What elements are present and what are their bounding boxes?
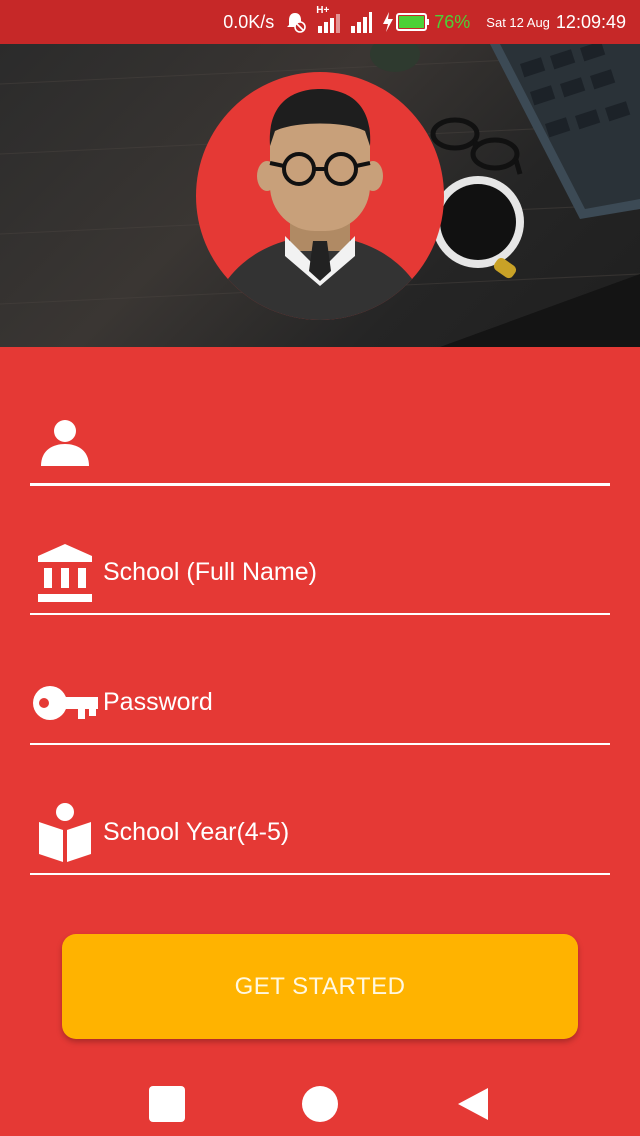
- school-field[interactable]: School (Full Name): [30, 530, 610, 615]
- charging-icon: [382, 11, 394, 33]
- key-icon: [30, 683, 100, 723]
- password-field[interactable]: Password: [30, 660, 610, 745]
- school-field-underline: [30, 613, 610, 615]
- status-bar: 0.0K/s H+ 76% Sat 12 Aug 12:09:49: [0, 0, 640, 44]
- status-date: Sat 12 Aug: [486, 14, 550, 30]
- status-time: 12:09:49: [555, 11, 626, 32]
- name-field[interactable]: [30, 400, 610, 486]
- alarm-muted-icon: [284, 11, 307, 33]
- password-input-placeholder: Password: [103, 688, 213, 716]
- password-field-underline: [30, 743, 610, 745]
- reading-student-icon: [30, 802, 100, 864]
- hero-banner: [0, 44, 640, 347]
- student-avatar: [196, 72, 444, 320]
- school-year-field-underline: [30, 873, 610, 875]
- recent-apps-icon[interactable]: [137, 1074, 197, 1134]
- school-year-input-placeholder: School Year(4-5): [103, 818, 290, 846]
- person-icon: [30, 418, 100, 468]
- get-started-button[interactable]: GET STARTED: [62, 934, 578, 1039]
- school-input-placeholder: School (Full Name): [103, 558, 317, 586]
- back-icon[interactable]: [443, 1074, 503, 1134]
- network-type: H+: [316, 5, 330, 16]
- network-speed: 0.0K/s: [223, 11, 275, 32]
- school-year-field[interactable]: School Year(4-5): [30, 790, 610, 875]
- battery-percent: 76%: [434, 11, 471, 32]
- signal-icon: [350, 11, 373, 33]
- battery-icon: [396, 12, 430, 32]
- signal-h-plus-icon: H+: [316, 5, 341, 33]
- system-nav-bar: [0, 1072, 640, 1136]
- home-icon[interactable]: [290, 1074, 350, 1134]
- name-field-underline: [30, 483, 610, 486]
- institution-icon: [30, 542, 100, 604]
